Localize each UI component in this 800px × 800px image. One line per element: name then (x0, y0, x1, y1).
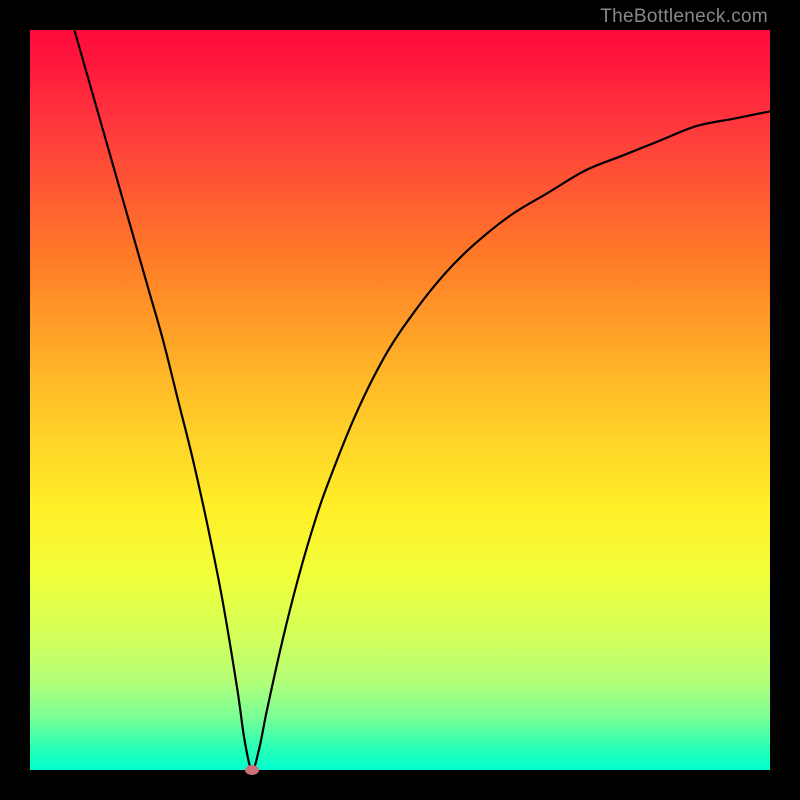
bottleneck-curve (30, 30, 770, 770)
chart-frame: TheBottleneck.com (0, 0, 800, 800)
minimum-marker-icon (245, 765, 259, 775)
watermark-label: TheBottleneck.com (600, 6, 768, 28)
plot-area (30, 30, 770, 770)
